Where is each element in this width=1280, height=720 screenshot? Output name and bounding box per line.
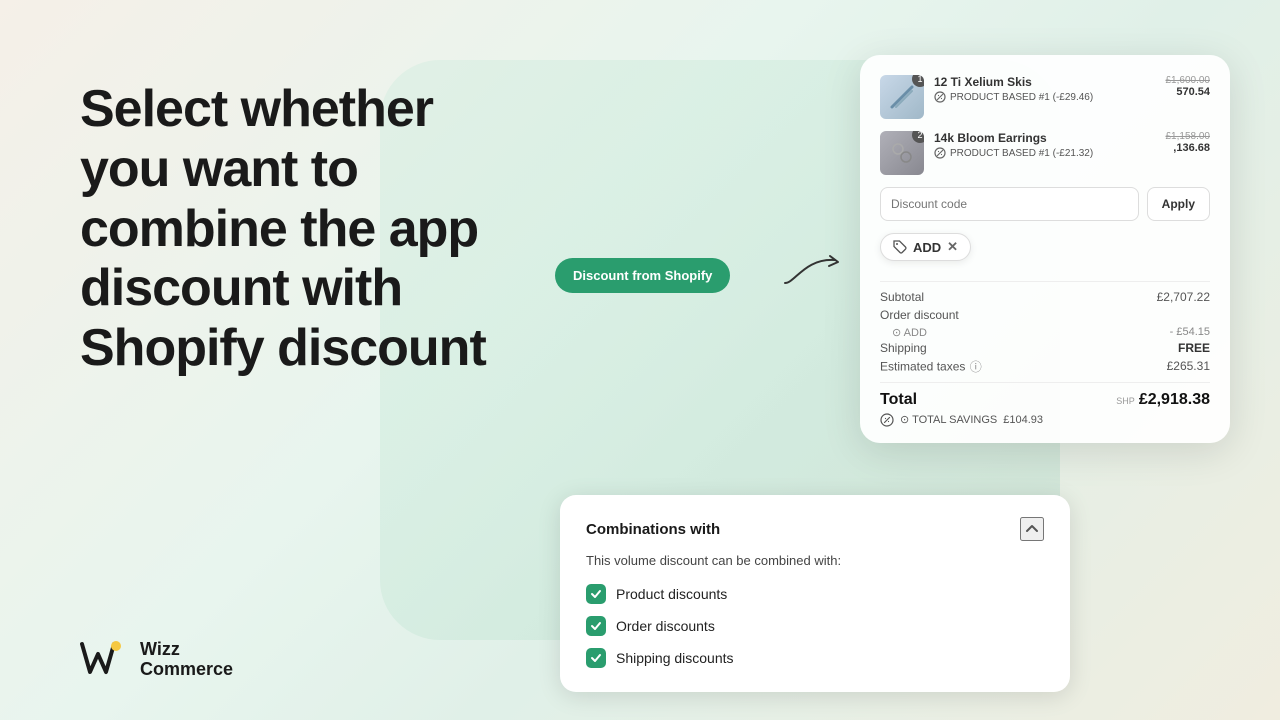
product-info-1: 12 Ti Xelium Skis PRODUCT BASED #1 (-£29… (934, 75, 1156, 103)
shipping-discounts-label: Shipping discounts (616, 650, 734, 666)
product-image-earring: 2 (880, 131, 924, 175)
checkbox-order-discounts[interactable] (586, 616, 606, 636)
main-heading: Select whether you want to combine the a… (80, 80, 580, 379)
logo-area: Wizz Commerce (80, 640, 233, 680)
discount-badge-1: PRODUCT BASED #1 (-£29.46) (934, 91, 1156, 103)
total-line: Total SHP £2,918.38 (880, 391, 1210, 409)
checkbox-row-order: Order discounts (586, 616, 1044, 636)
product-name-2: 14k Bloom Earrings (934, 131, 1156, 145)
savings-icon (880, 413, 894, 427)
combinations-card: Combinations with This volume discount c… (560, 495, 1070, 692)
combinations-description: This volume discount can be combined wit… (586, 553, 1044, 568)
total-value-group: SHP £2,918.38 (1116, 391, 1210, 409)
add-discount-badge[interactable]: ADD ✕ (880, 233, 971, 261)
discount-badge-2: PRODUCT BASED #1 (-£21.32) (934, 147, 1156, 159)
taxes-info-icon: ⓘ (969, 359, 983, 373)
shipping-line: Shipping FREE (880, 341, 1210, 355)
taxes-line: Estimated taxes ⓘ £265.31 (880, 359, 1210, 374)
checkbox-shipping-discounts[interactable] (586, 648, 606, 668)
product-prices-1: £1,600.00 570.54 (1166, 75, 1211, 98)
logo-text: Wizz Commerce (140, 640, 233, 680)
apply-button[interactable]: Apply (1147, 187, 1210, 221)
checkbox-row-shipping: Shipping discounts (586, 648, 1044, 668)
discount-code-input[interactable] (880, 187, 1139, 221)
checkmark-icon (590, 588, 602, 600)
divider-2 (880, 382, 1210, 383)
discount-code-row: Apply (880, 187, 1210, 221)
savings-line: ⊙ TOTAL SAVINGS £104.93 (880, 413, 1210, 427)
order-discounts-label: Order discounts (616, 618, 715, 634)
combinations-title: Combinations with (586, 521, 720, 538)
order-discount-line: Order discount (880, 308, 1210, 322)
divider-1 (880, 281, 1210, 282)
product-prices-2: £1,158.00 ,136.68 (1166, 131, 1211, 154)
product-image-ski: 1 (880, 75, 924, 119)
product-row-1: 1 12 Ti Xelium Skis PRODUCT BASED #1 (-£… (880, 75, 1210, 119)
arrow-decoration (775, 248, 855, 298)
shopify-discount-badge: Discount from Shopify (555, 258, 730, 293)
combinations-header: Combinations with (586, 517, 1044, 541)
main-content-left: Select whether you want to combine the a… (80, 80, 580, 379)
subtotal-line: Subtotal £2,707.22 (880, 290, 1210, 304)
product-row-2: 2 14k Bloom Earrings PRODUCT BASED #1 (-… (880, 131, 1210, 175)
wizz-commerce-logo-icon (80, 640, 130, 680)
checkout-card: 1 12 Ti Xelium Skis PRODUCT BASED #1 (-£… (860, 55, 1230, 443)
checkmark-icon (590, 620, 602, 632)
product-discounts-label: Product discounts (616, 586, 727, 602)
chevron-up-icon (1024, 521, 1040, 537)
product-info-2: 14k Bloom Earrings PRODUCT BASED #1 (-£2… (934, 131, 1156, 159)
checkbox-product-discounts[interactable] (586, 584, 606, 604)
add-discount-line: ⊙ ADD - £54.15 (880, 326, 1210, 339)
checkmark-icon (590, 652, 602, 664)
checkbox-row-product: Product discounts (586, 584, 1044, 604)
product-name-1: 12 Ti Xelium Skis (934, 75, 1156, 89)
collapse-button[interactable] (1020, 517, 1044, 541)
